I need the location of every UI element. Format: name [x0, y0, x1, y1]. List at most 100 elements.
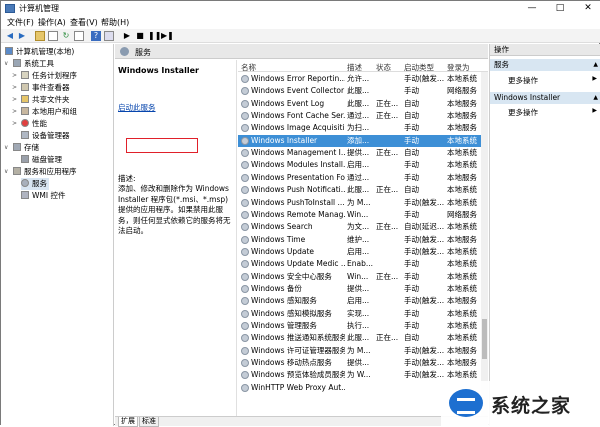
- collapse-arrow-icon[interactable]: ▲: [593, 59, 598, 71]
- tab-extended[interactable]: 扩展: [118, 417, 138, 427]
- help-icon[interactable]: ?: [91, 31, 101, 41]
- service-name: Windows Search: [251, 222, 313, 232]
- maximize-button[interactable]: □: [547, 1, 573, 16]
- restart-icon[interactable]: ▶❚: [161, 31, 174, 41]
- menu-file[interactable]: 文件(F): [7, 17, 34, 28]
- service-row[interactable]: Windows Event Collector 此服... 手动 网络服务: [238, 85, 481, 97]
- service-row[interactable]: Windows 感知服务 启用... 手动(触发... 本地服务: [238, 295, 481, 307]
- properties-icon[interactable]: [48, 31, 58, 41]
- tree-shared-folders[interactable]: > 共享文件夹: [12, 94, 70, 106]
- export-icon[interactable]: [74, 31, 84, 41]
- service-gear-icon: [241, 99, 249, 108]
- console-tree: 计算机管理(本地) ∨ 系统工具 > 任务计划程序 > 事件查看器 > 共享文件夹 > 本…: [1, 44, 114, 426]
- services-gear-icon: [120, 47, 129, 56]
- service-logon: 本地系统: [447, 148, 477, 158]
- column-status[interactable]: 状态: [376, 62, 391, 73]
- service-startup: 手动(触发...: [404, 345, 445, 355]
- service-row[interactable]: Windows 许可证管理器服务为 M... 手动(触发... 本地服务: [238, 345, 481, 357]
- service-row[interactable]: Windows 安全中心服务 Win... 正在... 手动 本地系统: [238, 271, 481, 283]
- more-actions-installer[interactable]: 更多操作: [508, 107, 538, 118]
- more-actions-services[interactable]: 更多操作: [508, 75, 538, 86]
- service-desc: 为文...: [347, 222, 370, 232]
- console-icon[interactable]: [104, 31, 114, 41]
- service-row[interactable]: Windows Time 维护... 手动(触发... 本地服务: [238, 234, 481, 246]
- expand-icon[interactable]: >: [12, 106, 17, 118]
- service-row[interactable]: Windows Search 为文... 正在... 自动(延迟... 本地系统: [238, 221, 481, 233]
- gear-icon: [21, 179, 29, 187]
- expand-icon[interactable]: >: [12, 82, 17, 94]
- collapse-icon[interactable]: ∨: [4, 142, 8, 154]
- column-description[interactable]: 描述: [347, 62, 362, 73]
- tab-standard[interactable]: 标准: [139, 417, 159, 427]
- actions-section-services[interactable]: 服务 ▲: [490, 59, 600, 71]
- play-icon[interactable]: ▶: [122, 31, 132, 41]
- column-startup-type[interactable]: 启动类型: [404, 62, 434, 73]
- scrollbar-thumb[interactable]: [482, 319, 487, 359]
- column-name[interactable]: 名称: [241, 62, 256, 73]
- service-status: 正在...: [376, 271, 399, 281]
- service-row[interactable]: Windows 感知模拟服务 实现... 手动 本地系统: [238, 308, 481, 320]
- service-row[interactable]: Windows Presentation Fo... 通过... 手动 本地服务: [238, 172, 481, 184]
- expand-icon[interactable]: >: [12, 94, 17, 106]
- tree-disk-management[interactable]: 磁盘管理: [21, 154, 62, 166]
- service-row[interactable]: Windows Image Acquisiti... 为扫... 手动 本地服务: [238, 122, 481, 134]
- service-logon: 本地服务: [447, 296, 477, 306]
- start-service-link[interactable]: 启动此服务: [118, 102, 156, 113]
- service-desc: 启用...: [347, 160, 370, 170]
- tree-device-manager[interactable]: 设备管理器: [21, 130, 70, 142]
- service-name: Windows 感知服务: [251, 296, 317, 306]
- service-row[interactable]: Windows 预览体验成员服务为 W... 手动(触发... 本地系统: [238, 369, 481, 381]
- menu-view[interactable]: 查看(V): [70, 17, 98, 28]
- expand-icon[interactable]: >: [12, 118, 17, 130]
- service-row[interactable]: Windows 备份 提供... 手动 本地系统: [238, 283, 481, 295]
- tree-event-viewer[interactable]: > 事件查看器: [12, 82, 70, 94]
- minimize-button[interactable]: —: [519, 1, 545, 16]
- service-desc: 通过...: [347, 111, 370, 121]
- service-row[interactable]: Windows Modules Install... 启用... 手动 本地系统: [238, 159, 481, 171]
- service-title: Windows Installer: [118, 66, 199, 75]
- tree-system-tools[interactable]: ∨ 系统工具: [4, 58, 54, 70]
- tree-storage[interactable]: ∨ 存储: [4, 142, 39, 154]
- pause-icon[interactable]: ❚❚: [148, 31, 161, 41]
- actions-section-windows-installer[interactable]: Windows Installer ▲: [490, 92, 600, 104]
- column-log-on-as[interactable]: 登录为: [447, 62, 470, 73]
- expand-icon[interactable]: >: [12, 70, 17, 82]
- service-startup: 自动: [404, 148, 419, 158]
- service-row[interactable]: Windows Installer 添加... 手动 本地系统: [238, 134, 481, 147]
- back-icon[interactable]: ◀: [5, 31, 15, 41]
- tree-wmi-control[interactable]: WMI 控件: [21, 190, 65, 202]
- service-row[interactable]: Windows Update 启用... 手动(触发... 本地系统: [238, 246, 481, 258]
- tree-performance[interactable]: > 性能: [12, 118, 47, 130]
- close-button[interactable]: ✕: [575, 1, 600, 16]
- tree-task-scheduler[interactable]: > 任务计划程序: [12, 70, 77, 82]
- service-gear-icon: [241, 346, 249, 355]
- service-row[interactable]: Windows Push Notificati... 此服... 正在... 自动 本地…: [238, 184, 481, 196]
- service-row[interactable]: Windows Error Reportin... 允许... 手动(触发... 本地…: [238, 73, 481, 85]
- menu-action[interactable]: 操作(A): [38, 17, 66, 28]
- service-row[interactable]: Windows Font Cache Ser... 通过... 正在... 自动 本地服…: [238, 110, 481, 122]
- service-row[interactable]: Windows 管理服务 执行... 手动 本地系统: [238, 320, 481, 332]
- service-row[interactable]: Windows Management I... 提供... 正在... 自动 本地系统: [238, 147, 481, 159]
- tree-local-users-groups[interactable]: > 本地用户和组: [12, 106, 77, 118]
- tree-services[interactable]: 服务: [21, 178, 49, 190]
- service-row[interactable]: Windows Update Medic ... Enab... 手动 本地系统: [238, 258, 481, 270]
- collapse-icon[interactable]: ∨: [4, 166, 8, 178]
- tree-services-and-apps[interactable]: ∨ 服务和应用程序: [4, 166, 77, 178]
- service-row[interactable]: Windows 推送通知系统服务 此服... 正在... 自动 本地系统: [238, 332, 481, 344]
- menu-help[interactable]: 帮助(H): [101, 17, 129, 28]
- refresh-icon[interactable]: ↻: [61, 31, 71, 41]
- collapse-icon[interactable]: ∨: [4, 58, 8, 70]
- service-row[interactable]: Windows 移动热点服务 提供... 手动(触发... 本地服务: [238, 357, 481, 369]
- service-row[interactable]: Windows PushToInstall ... 为 M... 手动(触发... 本…: [238, 197, 481, 209]
- vertical-scrollbar[interactable]: [481, 72, 488, 416]
- service-row[interactable]: Windows Event Log 此服... 正在... 自动 本地服务: [238, 98, 481, 110]
- stop-icon[interactable]: ■: [135, 31, 145, 41]
- service-row[interactable]: Windows Remote Manag... Win... 手动 网络服务: [238, 209, 481, 221]
- collapse-arrow-icon[interactable]: ▲: [593, 92, 598, 104]
- service-desc: 为 M...: [347, 345, 371, 355]
- service-name: Windows Error Reportin...: [251, 74, 345, 83]
- forward-icon[interactable]: ▶: [17, 31, 27, 41]
- description-label: 描述:: [118, 174, 136, 183]
- folder-up-icon[interactable]: [35, 31, 45, 41]
- tree-computer-management[interactable]: 计算机管理(本地): [5, 46, 74, 58]
